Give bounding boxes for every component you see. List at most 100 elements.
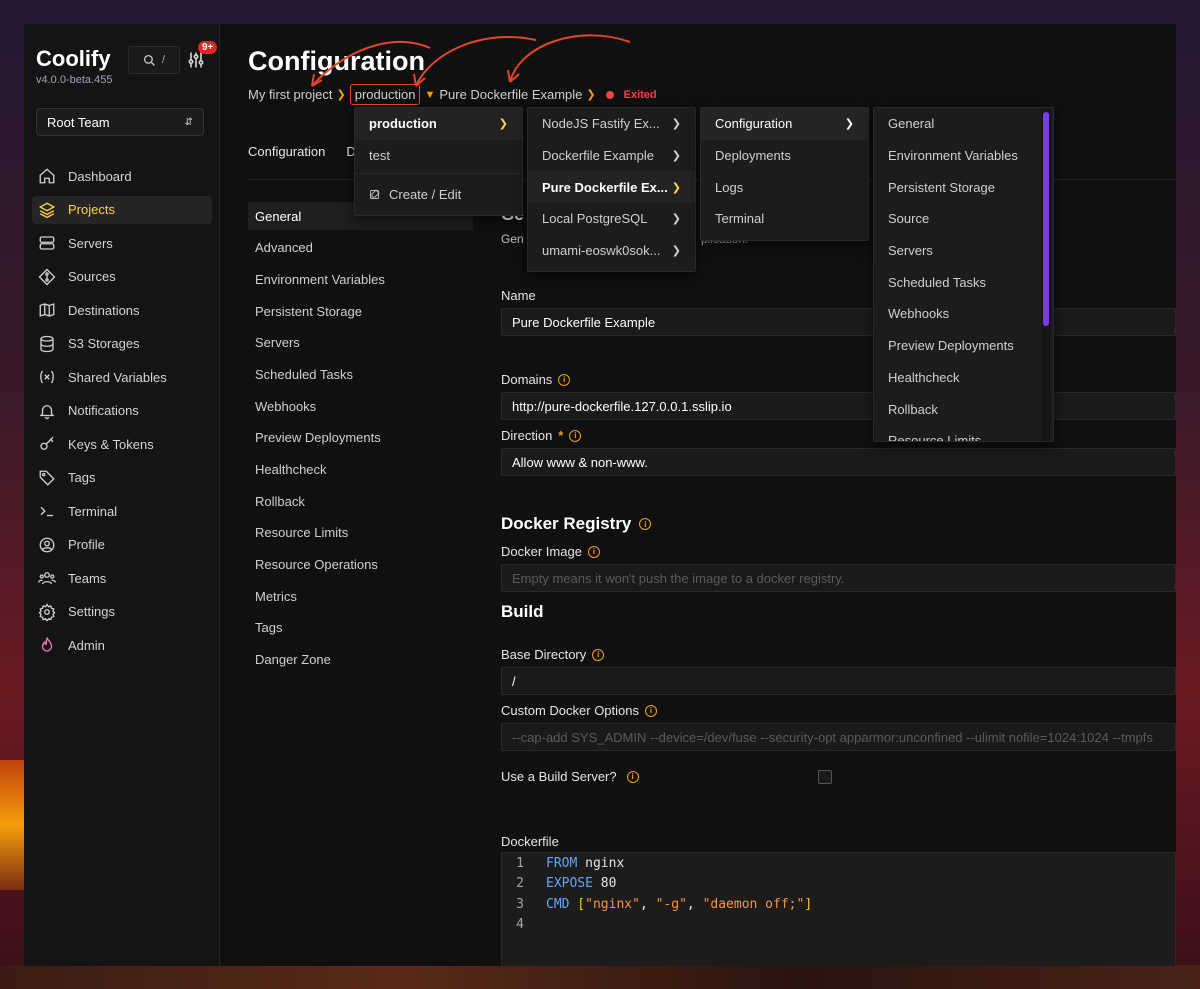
name-input[interactable]: Pure Dockerfile Example xyxy=(501,308,1176,336)
tab-configuration[interactable]: Configuration xyxy=(248,144,325,159)
search-button[interactable]: / xyxy=(128,46,180,74)
config-item[interactable]: Environment Variables xyxy=(874,140,1053,172)
resource-item[interactable]: NodeJS Fastify Ex... ❯ xyxy=(528,108,695,140)
sidebar-item-label: Shared Variables xyxy=(68,369,167,385)
code-line: 3 CMD ["nginx", "-g", "daemon off;"] xyxy=(502,894,1175,915)
sidebar-item-settings[interactable]: Settings xyxy=(32,598,212,626)
sidebar-item-label: S3 Storages xyxy=(68,336,140,351)
sub-nav-resource-limits[interactable]: Resource Limits xyxy=(248,519,473,547)
domains-input[interactable]: http://pure-dockerfile.127.0.0.1.sslip.i… xyxy=(501,392,1176,420)
breadcrumb-project[interactable]: My first project xyxy=(248,87,333,102)
env-item-test[interactable]: test xyxy=(355,140,522,172)
users-icon xyxy=(38,572,56,585)
sub-nav-persistent-storage[interactable]: Persistent Storage xyxy=(248,297,473,325)
custom-docker-options-label: Custom Docker Options i xyxy=(501,703,657,718)
tag-icon xyxy=(39,470,55,486)
sidebar-item-label: Servers xyxy=(68,235,113,251)
env-item-production[interactable]: production ❯ xyxy=(355,108,522,140)
sidebar-item-keys-tokens[interactable]: Keys & Tokens xyxy=(32,430,212,458)
tabs: Configuration D xyxy=(248,144,356,159)
domains-label: Domains i xyxy=(501,372,571,387)
docker-registry-heading: Docker Registry i xyxy=(501,514,652,534)
sub-nav-servers[interactable]: Servers xyxy=(248,329,473,357)
chevron-right-icon: ❯ xyxy=(671,181,681,194)
sidebar-item-notifications[interactable]: Notifications xyxy=(32,397,212,425)
resource-item[interactable]: Local PostgreSQL ❯ xyxy=(528,203,695,235)
resource-dropdown: NodeJS Fastify Ex... ❯ Dockerfile Example… xyxy=(527,107,696,272)
sidebar-item-admin[interactable]: Admin xyxy=(32,631,212,659)
sub-nav-metrics[interactable]: Metrics xyxy=(248,582,473,610)
docker-image-input[interactable]: Empty means it won't push the image to a… xyxy=(501,564,1176,592)
resource-item[interactable]: Dockerfile Example ❯ xyxy=(528,140,695,172)
sub-nav-healthcheck[interactable]: Healthcheck xyxy=(248,456,473,484)
base-directory-input[interactable]: / xyxy=(501,667,1176,695)
config-item[interactable]: Webhooks xyxy=(874,298,1053,330)
config-item[interactable]: Scheduled Tasks xyxy=(874,266,1053,298)
info-icon: i xyxy=(639,518,652,530)
sub-nav-scheduled-tasks[interactable]: Scheduled Tasks xyxy=(248,360,473,388)
page-title: Configuration xyxy=(248,46,425,76)
sidebar-item-profile[interactable]: Profile xyxy=(32,531,212,559)
config-item[interactable]: Rollback xyxy=(874,393,1053,425)
menu-item-configuration[interactable]: Configuration ❯ xyxy=(701,108,868,140)
info-icon: i xyxy=(558,373,571,386)
sub-nav-advanced[interactable]: Advanced xyxy=(248,234,473,262)
config-item[interactable]: Persistent Storage xyxy=(874,171,1053,203)
team-select[interactable]: Root Team ⇵ xyxy=(36,108,204,136)
breadcrumb-environment[interactable]: production xyxy=(349,84,421,105)
sub-nav-rollback[interactable]: Rollback xyxy=(248,487,473,515)
sub-nav-preview-deployments[interactable]: Preview Deployments xyxy=(248,424,473,452)
sub-nav-danger-zone[interactable]: Danger Zone xyxy=(248,646,473,674)
sidebar-item-sources[interactable]: Sources xyxy=(32,263,212,291)
config-item[interactable]: General xyxy=(874,108,1053,140)
chevron-right-icon: ❯ xyxy=(671,118,681,131)
sidebar-item-shared-variables[interactable]: Shared Variables xyxy=(32,363,212,391)
sub-nav-resource-operations[interactable]: Resource Operations xyxy=(248,551,473,579)
status-badge: Exited xyxy=(623,88,657,101)
config-item[interactable]: Preview Deployments xyxy=(874,330,1053,362)
chevron-down-icon: ▼ xyxy=(424,88,436,101)
server-icon xyxy=(39,236,55,250)
config-item[interactable]: Source xyxy=(874,203,1053,235)
sub-nav-tags[interactable]: Tags xyxy=(248,614,473,642)
menu-item-deployments[interactable]: Deployments xyxy=(701,140,868,172)
gear-icon xyxy=(38,602,56,621)
config-item[interactable]: Healthcheck xyxy=(874,362,1053,394)
config-item[interactable]: Resource Limits xyxy=(874,425,1053,441)
sidebar-item-terminal[interactable]: Terminal xyxy=(32,497,212,525)
config-item[interactable]: Servers xyxy=(874,235,1053,267)
sidebar-item-dashboard[interactable]: Dashboard xyxy=(32,162,212,190)
create-edit-item[interactable]: Create / Edit xyxy=(355,178,522,210)
sidebar-item-projects[interactable]: Projects xyxy=(32,195,212,224)
sidebar-nav: Dashboard Projects Servers Sources Desti… xyxy=(32,162,212,665)
sidebar-item-label: Terminal xyxy=(68,503,118,519)
map-icon xyxy=(39,303,55,317)
menu-item-terminal[interactable]: Terminal xyxy=(701,203,868,235)
custom-docker-options-input[interactable]: --cap-add SYS_ADMIN --device=/dev/fuse -… xyxy=(501,723,1176,751)
sidebar-item-tags[interactable]: Tags xyxy=(32,464,212,492)
scrollbar-thumb[interactable] xyxy=(1043,112,1049,326)
dropdown-divider xyxy=(355,173,522,175)
sidebar-item-s3-storages[interactable]: S3 Storages xyxy=(32,330,212,358)
menu-item-logs[interactable]: Logs xyxy=(701,171,868,203)
notification-badge: 9+ xyxy=(198,41,218,54)
edit-icon xyxy=(370,189,380,200)
build-server-checkbox[interactable] xyxy=(818,770,832,784)
sidebar-item-destinations[interactable]: Destinations xyxy=(32,296,212,324)
sidebar-item-label: Admin xyxy=(68,637,105,653)
dockerfile-editor[interactable]: 1 FROM nginx 2 EXPOSE 80 3 CMD ["nginx",… xyxy=(501,852,1176,966)
sub-nav-environment-variables[interactable]: Environment Variables xyxy=(248,265,473,293)
direction-select[interactable]: Allow www & non-www. xyxy=(501,448,1176,476)
chevron-right-icon: ❯ xyxy=(671,245,681,258)
resource-item-selected[interactable]: Pure Dockerfile Ex... ❯ xyxy=(528,171,695,204)
sidebar-item-label: Tags xyxy=(68,470,96,485)
background-art xyxy=(0,760,24,890)
annotation-arrow xyxy=(509,34,631,83)
brand-logo: Coolify xyxy=(36,46,111,71)
sidebar-item-servers[interactable]: Servers xyxy=(32,229,212,257)
sidebar-item-teams[interactable]: Teams xyxy=(32,564,212,592)
breadcrumb-resource[interactable]: Pure Dockerfile Example xyxy=(439,87,582,102)
sub-nav-webhooks[interactable]: Webhooks xyxy=(248,392,473,420)
resource-item[interactable]: umami-eoswk0sok... ❯ xyxy=(528,235,695,267)
code-line: 2 EXPOSE 80 xyxy=(502,874,1175,895)
